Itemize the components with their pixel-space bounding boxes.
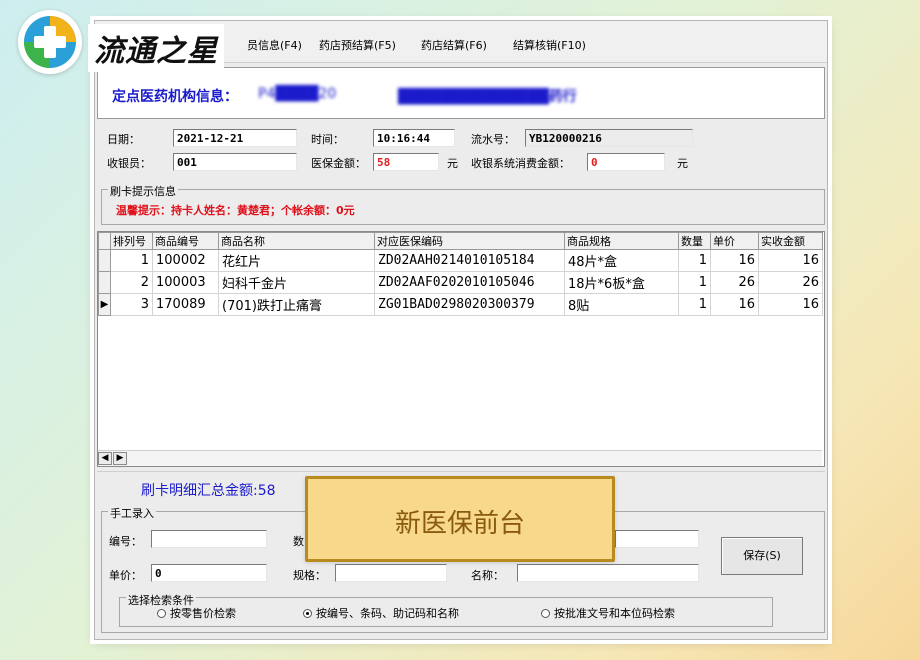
cell-price: 16 bbox=[710, 293, 759, 316]
cell-insurance-code: ZD02AAF0202010105046 bbox=[374, 271, 565, 294]
save-button[interactable]: 保存(S) bbox=[721, 537, 803, 575]
time-label: 时间： bbox=[311, 133, 344, 146]
cell-seq: 1 bbox=[110, 249, 153, 272]
serial-label: 流水号： bbox=[471, 133, 515, 146]
radio-code-barcode-name[interactable]: 按编号、条码、助记码和名称 bbox=[303, 605, 459, 621]
col-name[interactable]: 商品名称 bbox=[218, 232, 375, 250]
name-input[interactable] bbox=[517, 564, 699, 582]
cell-insurance-code: ZG01BAD0298020300379 bbox=[374, 293, 565, 316]
date-label: 日期： bbox=[107, 133, 140, 146]
radio-icon bbox=[157, 609, 166, 618]
col-code[interactable]: 商品编号 bbox=[152, 232, 219, 250]
transaction-info-panel: 日期： 2021-12-21 时间： 10:16:44 流水号： YB12000… bbox=[97, 123, 825, 181]
cell-name: (701)跌打止痛膏 bbox=[218, 293, 375, 316]
row-indicator-header bbox=[98, 232, 111, 250]
menu-settle-verify[interactable]: 结算核销(F10) bbox=[513, 37, 586, 53]
menu-pharmacy-presettle[interactable]: 药店预结算(F5) bbox=[319, 37, 396, 53]
radio-approval-number[interactable]: 按批准文号和本位码检索 bbox=[541, 605, 675, 621]
spec-input[interactable] bbox=[335, 564, 447, 582]
insurance-unit: 元 bbox=[447, 157, 458, 170]
cell-spec: 8贴 bbox=[564, 293, 679, 316]
cell-code: 100002 bbox=[152, 249, 219, 272]
cashier-consume-field[interactable]: 0 bbox=[587, 153, 665, 171]
price-input[interactable]: 0 bbox=[151, 564, 267, 582]
col-amount[interactable]: 实收金额 bbox=[758, 232, 823, 250]
institution-label: 定点医药机构信息： bbox=[112, 89, 238, 105]
institution-code: P4████20 bbox=[258, 86, 337, 102]
col-insurance-code[interactable]: 对应医保编码 bbox=[374, 232, 565, 250]
radio-code-barcode-name-label: 按编号、条码、助记码和名称 bbox=[316, 607, 459, 620]
name-label: 名称： bbox=[471, 569, 504, 582]
cell-spec: 18片*6板*盒 bbox=[564, 271, 679, 294]
cell-qty: 1 bbox=[678, 249, 711, 272]
summary-total: 刷卡明细汇总金额:58 bbox=[141, 483, 276, 499]
radio-retail-price[interactable]: 按零售价检索 bbox=[157, 605, 236, 621]
cashier-field[interactable]: 001 bbox=[173, 153, 297, 171]
col-qty[interactable]: 数量 bbox=[678, 232, 711, 250]
card-tip-group: 刷卡提示信息 温馨提示：持卡人姓名：黄楚君；个帐余额：0元 bbox=[101, 183, 825, 225]
items-table: 排列号 商品编号 商品名称 对应医保编码 商品规格 数量 单价 实收金额 1 1… bbox=[98, 232, 823, 316]
col-price[interactable]: 单价 bbox=[710, 232, 759, 250]
radio-retail-price-label: 按零售价检索 bbox=[170, 607, 236, 620]
institution-name: ██████████████药行 bbox=[398, 89, 577, 105]
cell-seq: 3 bbox=[110, 293, 153, 316]
cell-amount: 16 bbox=[758, 249, 823, 272]
horizontal-scrollbar[interactable]: ◀ ▶ bbox=[98, 450, 822, 466]
insurance-amount-label: 医保金额： bbox=[311, 157, 366, 170]
card-tip-text: 温馨提示：持卡人姓名：黄楚君；个帐余额：0元 bbox=[116, 204, 355, 217]
brand-logo: 流通之星 bbox=[18, 10, 258, 74]
cell-amount: 26 bbox=[758, 271, 823, 294]
cell-seq: 2 bbox=[110, 271, 153, 294]
radio-selected-icon bbox=[303, 609, 312, 618]
time-field[interactable]: 10:16:44 bbox=[373, 129, 455, 147]
cell-qty: 1 bbox=[678, 293, 711, 316]
qty-label: 数 bbox=[293, 535, 304, 548]
insurance-amount-field[interactable]: 58 bbox=[373, 153, 439, 171]
menu-pharmacy-settle[interactable]: 药店结算(F6) bbox=[421, 37, 487, 53]
row-indicator bbox=[98, 271, 111, 294]
logo-text: 流通之星 bbox=[88, 24, 224, 72]
table-header-row: 排列号 商品编号 商品名称 对应医保编码 商品规格 数量 单价 实收金额 bbox=[98, 232, 823, 250]
card-tip-title: 刷卡提示信息 bbox=[108, 183, 178, 199]
radio-approval-number-label: 按批准文号和本位码检索 bbox=[554, 607, 675, 620]
cell-name: 妇科千金片 bbox=[218, 271, 375, 294]
date-field[interactable]: 2021-12-21 bbox=[173, 129, 297, 147]
cell-spec: 48片*盒 bbox=[564, 249, 679, 272]
serial-field: YB120000216 bbox=[525, 129, 693, 147]
items-grid[interactable]: 排列号 商品编号 商品名称 对应医保编码 商品规格 数量 单价 实收金额 1 1… bbox=[97, 231, 825, 467]
cell-amount: 16 bbox=[758, 293, 823, 316]
cell-code: 100003 bbox=[152, 271, 219, 294]
table-row[interactable]: 2 100003 妇科千金片 ZD02AAF0202010105046 18片*… bbox=[98, 271, 823, 294]
col-seq[interactable]: 排列号 bbox=[110, 232, 153, 250]
institution-panel: 定点医药机构信息： P4████20 ██████████████药行 bbox=[97, 67, 825, 119]
table-row[interactable]: 1 100002 花红片 ZD02AAH0214010105184 48片*盒 … bbox=[98, 249, 823, 272]
spec-label: 规格： bbox=[293, 569, 326, 582]
cell-insurance-code: ZD02AAH0214010105184 bbox=[374, 249, 565, 272]
radio-icon bbox=[541, 609, 550, 618]
scroll-right-icon[interactable]: ▶ bbox=[113, 452, 127, 465]
cell-price: 26 bbox=[710, 271, 759, 294]
cell-name: 花红片 bbox=[218, 249, 375, 272]
row-indicator bbox=[98, 249, 111, 272]
current-row-indicator-icon: ▶ bbox=[98, 293, 111, 316]
col-spec[interactable]: 商品规格 bbox=[564, 232, 679, 250]
price-label: 单价： bbox=[109, 569, 142, 582]
cashier-label: 收银员： bbox=[107, 157, 151, 170]
caption-text: 新医保前台 bbox=[394, 509, 525, 539]
logo-icon bbox=[18, 10, 82, 74]
cell-qty: 1 bbox=[678, 271, 711, 294]
caption-overlay: 新医保前台 bbox=[305, 476, 615, 562]
scroll-left-icon[interactable]: ◀ bbox=[98, 452, 112, 465]
name-input-top[interactable] bbox=[615, 530, 699, 548]
cashier-consume-label: 收银系统消费金额： bbox=[471, 157, 570, 170]
table-row[interactable]: ▶ 3 170089 (701)跌打止痛膏 ZG01BAD02980203003… bbox=[98, 293, 823, 316]
code-label: 编号： bbox=[109, 535, 142, 548]
manual-entry-title: 手工录入 bbox=[108, 505, 156, 521]
code-input[interactable] bbox=[151, 530, 267, 548]
cashier-consume-unit: 元 bbox=[677, 157, 688, 170]
cell-price: 16 bbox=[710, 249, 759, 272]
cell-code: 170089 bbox=[152, 293, 219, 316]
